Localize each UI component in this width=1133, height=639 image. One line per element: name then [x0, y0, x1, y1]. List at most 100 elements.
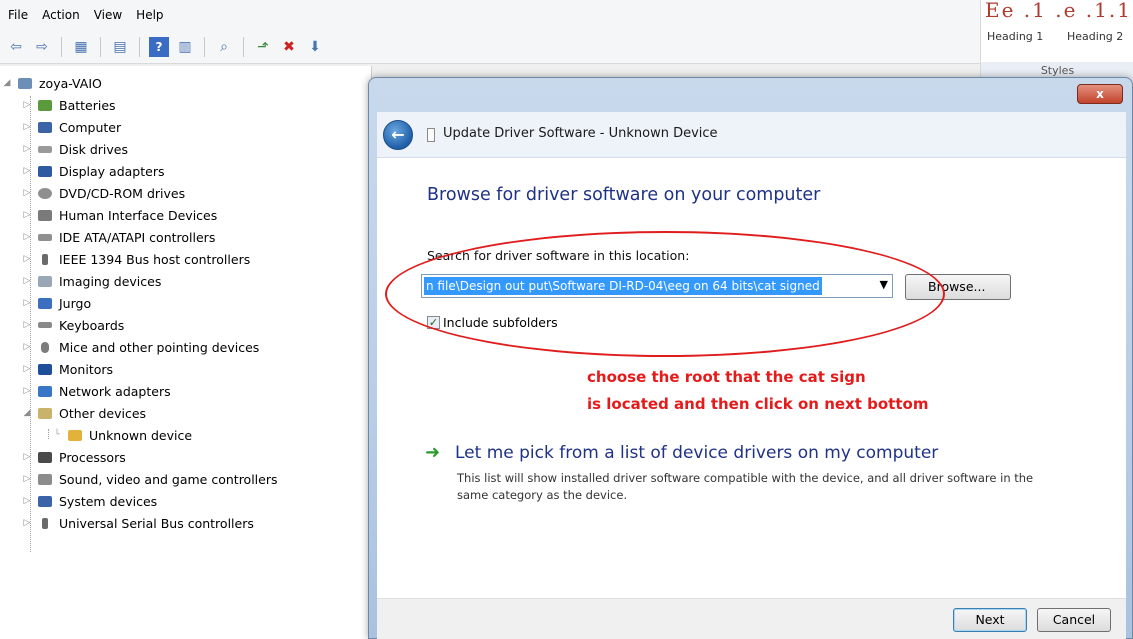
- tree-item-label: Jurgo: [59, 295, 92, 311]
- menu-file[interactable]: File: [8, 8, 28, 22]
- toolbar-separator: [61, 36, 62, 57]
- menu-action[interactable]: Action: [42, 8, 80, 22]
- expand-icon[interactable]: ▷: [22, 386, 32, 396]
- annotation-text-line2: is located and then click on next bottom: [587, 395, 929, 413]
- tree-item-label: Network adapters: [59, 383, 171, 399]
- close-button[interactable]: x: [1077, 84, 1123, 104]
- expand-icon[interactable]: ▷: [22, 518, 32, 528]
- tree-item-display-adapters[interactable]: ▷ Display adapters: [22, 160, 165, 182]
- pick-from-list-link[interactable]: Let me pick from a list of device driver…: [455, 443, 938, 463]
- list-icon[interactable]: ▤: [110, 37, 130, 57]
- expand-icon[interactable]: ▷: [22, 188, 32, 198]
- network-icon: [36, 383, 54, 399]
- tree-item-mice-and-other-pointing-devices[interactable]: ▷ Mice and other pointing devices: [22, 336, 260, 358]
- tree-item-label: Computer: [59, 119, 122, 135]
- toolbar-separator: [100, 36, 101, 57]
- tree-item-ieee-1394-bus-host-controllers[interactable]: ▷ IEEE 1394 Bus host controllers: [22, 248, 251, 270]
- tree-item-label: Other devices: [59, 405, 147, 421]
- style-heading1[interactable]: Heading 1: [987, 30, 1043, 43]
- collapse-icon[interactable]: ◢: [2, 78, 12, 88]
- next-button[interactable]: Next: [953, 608, 1027, 632]
- tree-root[interactable]: ◢ zoya-VAIO: [2, 72, 102, 94]
- expand-icon[interactable]: ▷: [22, 342, 32, 352]
- expand-icon[interactable]: ▷: [22, 298, 32, 308]
- uninstall-icon[interactable]: ✖: [279, 37, 299, 57]
- cancel-button[interactable]: Cancel: [1037, 608, 1111, 632]
- toolbar: ⇦ ⇨ ▦ ▤ ? ▥ ⌕ ⬏ ✖ ⬇: [0, 30, 980, 64]
- hid-icon: [36, 207, 54, 223]
- expand-icon[interactable]: ▷: [22, 276, 32, 286]
- page-heading: Browse for driver software on your compu…: [427, 185, 821, 205]
- style-heading2[interactable]: Heading 2: [1067, 30, 1123, 43]
- processor-icon: [36, 449, 54, 465]
- dialog-body: Browse for driver software on your compu…: [377, 158, 1126, 598]
- menu-help[interactable]: Help: [136, 8, 163, 22]
- tree-item-label: Universal Serial Bus controllers: [59, 515, 254, 531]
- tree-guide-line: [48, 429, 49, 439]
- tree-item-label: Monitors: [59, 361, 114, 377]
- expand-icon[interactable]: ▷: [22, 254, 32, 264]
- unknown-device-icon: [36, 405, 54, 421]
- tree-item-label: Disk drives: [59, 141, 128, 157]
- tree-item-disk-drives[interactable]: ▷ Disk drives: [22, 138, 128, 160]
- back-icon[interactable]: ⇦: [6, 37, 26, 57]
- disable-icon[interactable]: ⬇: [305, 37, 325, 57]
- tree-item-label: Keyboards: [59, 317, 125, 333]
- tree-item-label: IDE ATA/ATAPI controllers: [59, 229, 216, 245]
- tree-item-human-interface-devices[interactable]: ▷ Human Interface Devices: [22, 204, 218, 226]
- back-arrow-icon[interactable]: ←: [383, 120, 413, 150]
- expand-icon[interactable]: ▷: [22, 166, 32, 176]
- scan-icon[interactable]: ⌕: [214, 37, 234, 57]
- tree-item-jurgo[interactable]: ▷ Jurgo: [22, 292, 92, 314]
- view-icon[interactable]: ▥: [175, 37, 195, 57]
- keyboard-icon: [36, 317, 54, 333]
- mouse-icon: [36, 339, 54, 355]
- green-arrow-icon: ➜: [425, 442, 441, 463]
- update-driver-icon[interactable]: ⬏: [253, 37, 273, 57]
- display-adapter-icon: [36, 163, 54, 179]
- expand-icon[interactable]: ▷: [22, 452, 32, 462]
- tree-item-label: Batteries: [59, 97, 116, 113]
- expand-icon[interactable]: ▷: [22, 320, 32, 330]
- tree-item-processors[interactable]: ▷ Processors: [22, 446, 126, 468]
- expand-icon[interactable]: ▷: [22, 496, 32, 506]
- expand-icon[interactable]: ▷: [22, 232, 32, 242]
- device-icon: [36, 295, 54, 311]
- tree-item-batteries[interactable]: ▷ Batteries: [22, 94, 116, 116]
- tree-item-computer[interactable]: ▷ Computer: [22, 116, 122, 138]
- tree-item-label: IEEE 1394 Bus host controllers: [59, 251, 251, 267]
- tree-item-label: DVD/CD-ROM drives: [59, 185, 186, 201]
- tree-item-system-devices[interactable]: ▷ System devices: [22, 490, 158, 512]
- tree-item-ide-ata-atapi-controllers[interactable]: ▷ IDE ATA/ATAPI controllers: [22, 226, 216, 248]
- help-icon[interactable]: ?: [149, 36, 169, 57]
- dvd-drive-icon: [36, 185, 54, 201]
- tree-item-unknown-device[interactable]: └ Unknown device: [52, 424, 192, 446]
- tree-item-keyboards[interactable]: ▷ Keyboards: [22, 314, 125, 336]
- expand-icon[interactable]: ▷: [22, 100, 32, 110]
- tree-item-sound-video-and-game-controllers[interactable]: ▷ Sound, video and game controllers: [22, 468, 278, 490]
- usb-icon: [36, 515, 54, 531]
- annotation-ellipse: [385, 231, 945, 357]
- tree-item-network-adapters[interactable]: ▷ Network adapters: [22, 380, 171, 402]
- forward-icon[interactable]: ⇨: [32, 37, 52, 57]
- tree-item-label: Processors: [59, 449, 126, 465]
- collapse-icon[interactable]: ◢: [22, 408, 32, 418]
- expand-icon[interactable]: ▷: [22, 364, 32, 374]
- tree-item-dvd-cd-rom-drives[interactable]: ▷ DVD/CD-ROM drives: [22, 182, 186, 204]
- expand-icon[interactable]: ▷: [22, 144, 32, 154]
- tree-item-other-devices[interactable]: ◢ Other devices: [22, 402, 147, 424]
- tree-item-monitors[interactable]: ▷ Monitors: [22, 358, 114, 380]
- style-preview-glyphs: Ee .1 .e .1.1: [985, 0, 1132, 22]
- disk-drive-icon: [36, 141, 54, 157]
- menu-view[interactable]: View: [94, 8, 122, 22]
- expand-icon[interactable]: ▷: [22, 122, 32, 132]
- tree-item-universal-serial-bus-controllers[interactable]: ▷ Universal Serial Bus controllers: [22, 512, 254, 534]
- usb-plug-icon: [36, 251, 54, 267]
- properties-icon[interactable]: ▦: [71, 37, 91, 57]
- expand-icon[interactable]: ▷: [22, 474, 32, 484]
- tree-item-label: System devices: [59, 493, 158, 509]
- expand-icon[interactable]: ▷: [22, 210, 32, 220]
- monitor-icon: [36, 361, 54, 377]
- tree-item-imaging-devices[interactable]: ▷ Imaging devices: [22, 270, 162, 292]
- computer-icon: [16, 75, 34, 91]
